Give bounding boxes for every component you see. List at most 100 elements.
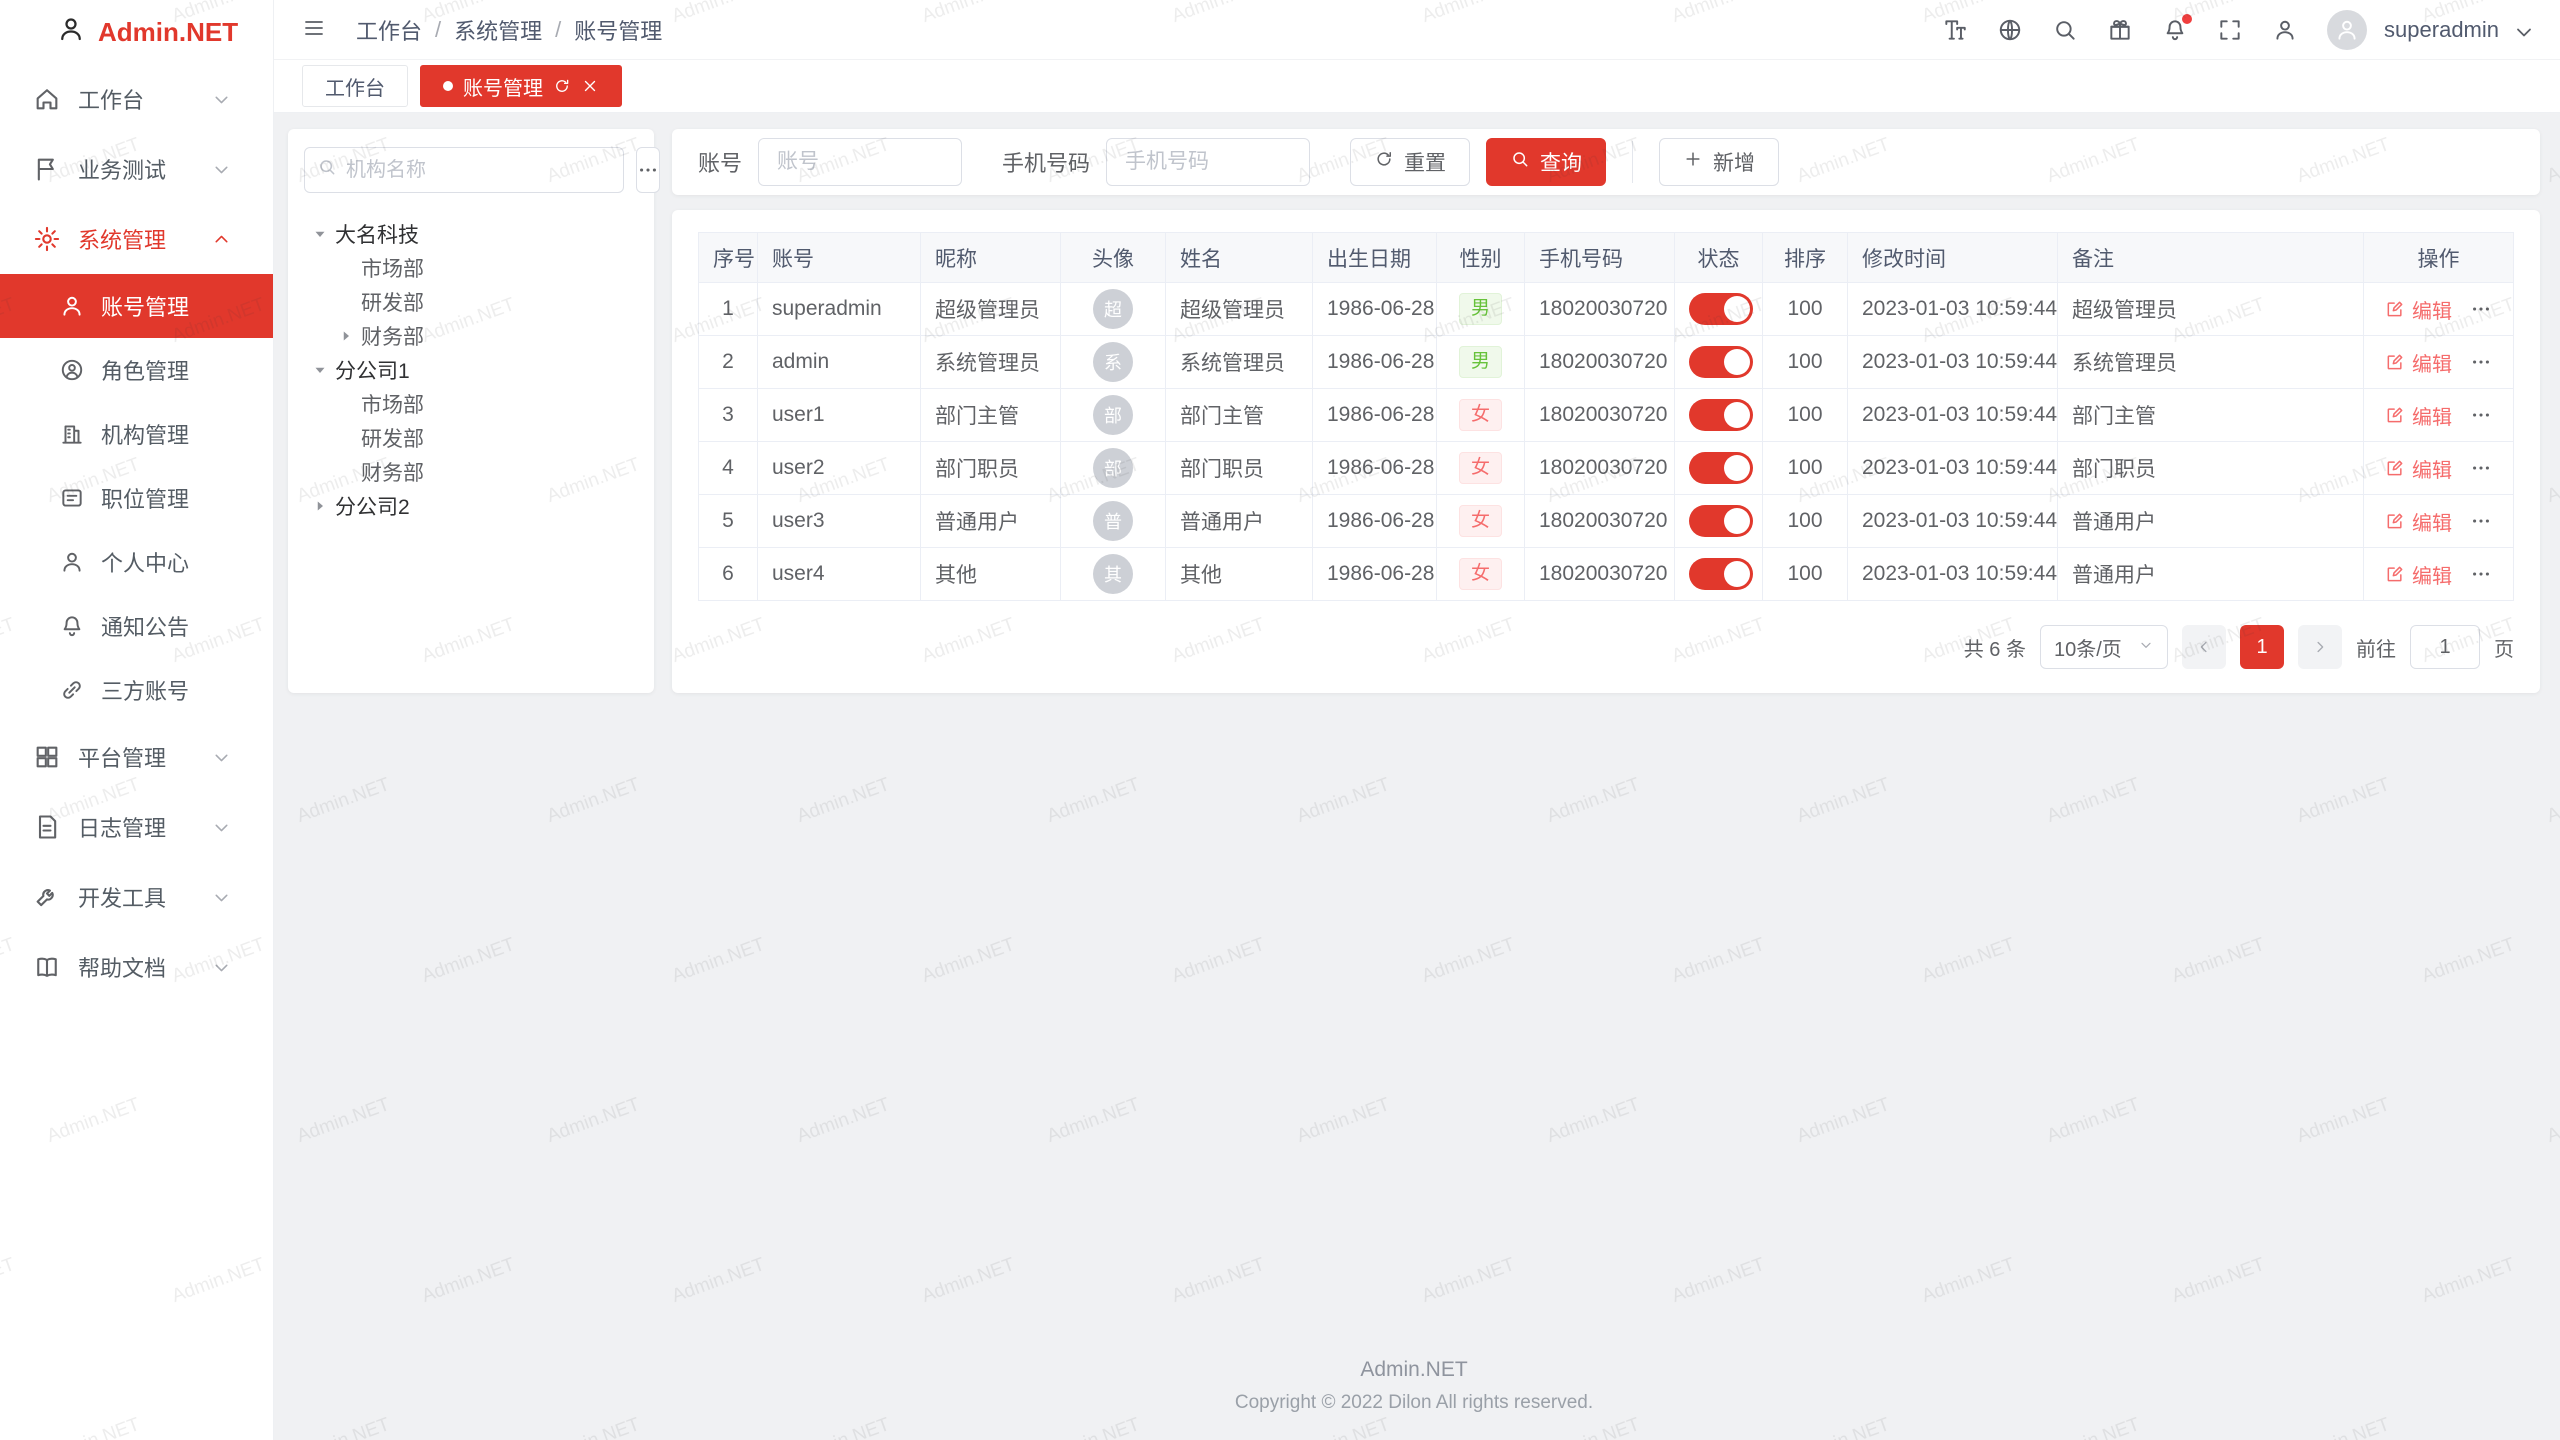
tree-node[interactable]: 分公司2: [304, 489, 638, 523]
sidebar-item[interactable]: 平台管理: [0, 722, 273, 792]
status-toggle[interactable]: [1689, 505, 1753, 537]
sidebar-subitem[interactable]: 账号管理: [0, 274, 273, 338]
row-more-button[interactable]: [2470, 510, 2492, 532]
sidebar-subitem[interactable]: 三方账号: [0, 658, 273, 722]
cell-actions: 编辑: [2364, 389, 2514, 442]
org-more-button[interactable]: [636, 147, 660, 193]
sidebar-item[interactable]: 业务测试: [0, 134, 273, 204]
status-toggle[interactable]: [1689, 558, 1753, 590]
sidebar-subitem[interactable]: 通知公告: [0, 594, 273, 658]
org-search-input[interactable]: [346, 159, 611, 182]
tree-node[interactable]: 大名科技: [304, 217, 638, 251]
username[interactable]: superadmin: [2384, 17, 2499, 43]
org-search-row: [304, 147, 638, 193]
add-button[interactable]: 新增: [1659, 138, 1779, 186]
goto-page-input[interactable]: [2410, 625, 2480, 669]
logo-icon: [56, 14, 86, 50]
account-input[interactable]: [758, 138, 962, 186]
edit-button[interactable]: 编辑: [2385, 454, 2452, 483]
tree-caret-icon[interactable]: [334, 324, 358, 348]
breadcrumb-item[interactable]: 系统管理: [454, 14, 542, 46]
home-icon: [33, 85, 61, 113]
cell-gender: 男: [1437, 283, 1525, 336]
cell-remark: 部门主管: [2058, 389, 2364, 442]
row-more-button[interactable]: [2470, 457, 2492, 479]
edit-button[interactable]: 编辑: [2385, 348, 2452, 377]
row-more-button[interactable]: [2470, 351, 2492, 373]
sidebar-subitem[interactable]: 个人中心: [0, 530, 273, 594]
tree-node[interactable]: 分公司1: [304, 353, 638, 387]
cell-sort: 100: [1763, 495, 1848, 548]
fullscreen-icon[interactable]: [2217, 17, 2243, 43]
cell-name: 部门主管: [1166, 389, 1313, 442]
next-page-button[interactable]: [2298, 625, 2342, 669]
tree-caret-icon[interactable]: [308, 222, 332, 246]
breadcrumb-item[interactable]: 工作台: [356, 14, 422, 46]
more-icon: [2470, 404, 2492, 426]
tree-caret-icon[interactable]: [308, 358, 332, 382]
tree-node[interactable]: 财务部: [304, 319, 638, 353]
content-area: 大名科技市场部研发部财务部分公司1市场部研发部财务部分公司2 账号 手机号码 重…: [274, 113, 2560, 1440]
language-icon[interactable]: [1997, 17, 2023, 43]
row-avatar: 系: [1093, 342, 1133, 382]
row-more-button[interactable]: [2470, 404, 2492, 426]
page-size-select[interactable]: 10条/页: [2040, 625, 2168, 669]
phone-input[interactable]: [1106, 138, 1310, 186]
tsize-icon: [1942, 17, 1968, 43]
tab-label: 工作台: [325, 72, 385, 101]
tree-node[interactable]: 研发部: [304, 421, 638, 455]
search-button[interactable]: 查询: [1486, 138, 1606, 186]
status-toggle[interactable]: [1689, 399, 1753, 431]
cell-remark: 系统管理员: [2058, 336, 2364, 389]
row-more-button[interactable]: [2470, 563, 2492, 585]
cell-account: admin: [758, 336, 921, 389]
divider: [1632, 141, 1633, 183]
sidebar-subitem[interactable]: 职位管理: [0, 466, 273, 530]
tree-caret-icon[interactable]: [308, 494, 332, 518]
tab[interactable]: 工作台: [302, 65, 408, 107]
status-toggle[interactable]: [1689, 293, 1753, 325]
edit-button[interactable]: 编辑: [2385, 295, 2452, 324]
book-icon: [33, 953, 61, 981]
user-menu-chevron-icon[interactable]: [2512, 20, 2532, 40]
cell-actions: 编辑: [2364, 283, 2514, 336]
reset-button[interactable]: 重置: [1350, 138, 1470, 186]
cell-nickname: 普通用户: [921, 495, 1061, 548]
cell-modified-time: 2023-01-03 10:59:44: [1848, 389, 2058, 442]
edit-button[interactable]: 编辑: [2385, 560, 2452, 589]
edit-button[interactable]: 编辑: [2385, 507, 2452, 536]
tab-active[interactable]: 账号管理: [420, 65, 622, 107]
status-toggle[interactable]: [1689, 452, 1753, 484]
breadcrumb-item[interactable]: 账号管理: [574, 14, 662, 46]
sidebar-subitem[interactable]: 角色管理: [0, 338, 273, 402]
row-more-button[interactable]: [2470, 298, 2492, 320]
top-header: 工作台/系统管理/账号管理 superadmin: [274, 0, 2560, 60]
user-avatar[interactable]: [2327, 10, 2367, 50]
toggle-knob: [1724, 296, 1750, 322]
sidebar-item[interactable]: 工作台: [0, 64, 273, 134]
tree-node[interactable]: 市场部: [304, 387, 638, 421]
page-number-button[interactable]: 1: [2240, 625, 2284, 669]
prev-page-button[interactable]: [2182, 625, 2226, 669]
profile-icon[interactable]: [2272, 17, 2298, 43]
user-icon: [56, 14, 86, 44]
row-avatar: 部: [1093, 395, 1133, 435]
sidebar-subitem[interactable]: 机构管理: [0, 402, 273, 466]
sidebar-item[interactable]: 日志管理: [0, 792, 273, 862]
sidebar-item[interactable]: 系统管理: [0, 204, 273, 274]
search-icon[interactable]: [2052, 17, 2078, 43]
font-size-icon[interactable]: [1942, 17, 1968, 43]
sidebar-item[interactable]: 开发工具: [0, 862, 273, 932]
caret-placeholder: [334, 460, 358, 484]
theme-icon[interactable]: [2107, 17, 2133, 43]
edit-button[interactable]: 编辑: [2385, 401, 2452, 430]
menu-collapse-icon[interactable]: [302, 16, 330, 44]
logo[interactable]: Admin.NET: [0, 0, 273, 64]
bell-icon: [59, 613, 85, 639]
sidebar-item[interactable]: 帮助文档: [0, 932, 273, 1002]
tree-node[interactable]: 市场部: [304, 251, 638, 285]
notification-bell-icon[interactable]: [2162, 17, 2188, 43]
tree-node[interactable]: 研发部: [304, 285, 638, 319]
status-toggle[interactable]: [1689, 346, 1753, 378]
tree-node[interactable]: 财务部: [304, 455, 638, 489]
